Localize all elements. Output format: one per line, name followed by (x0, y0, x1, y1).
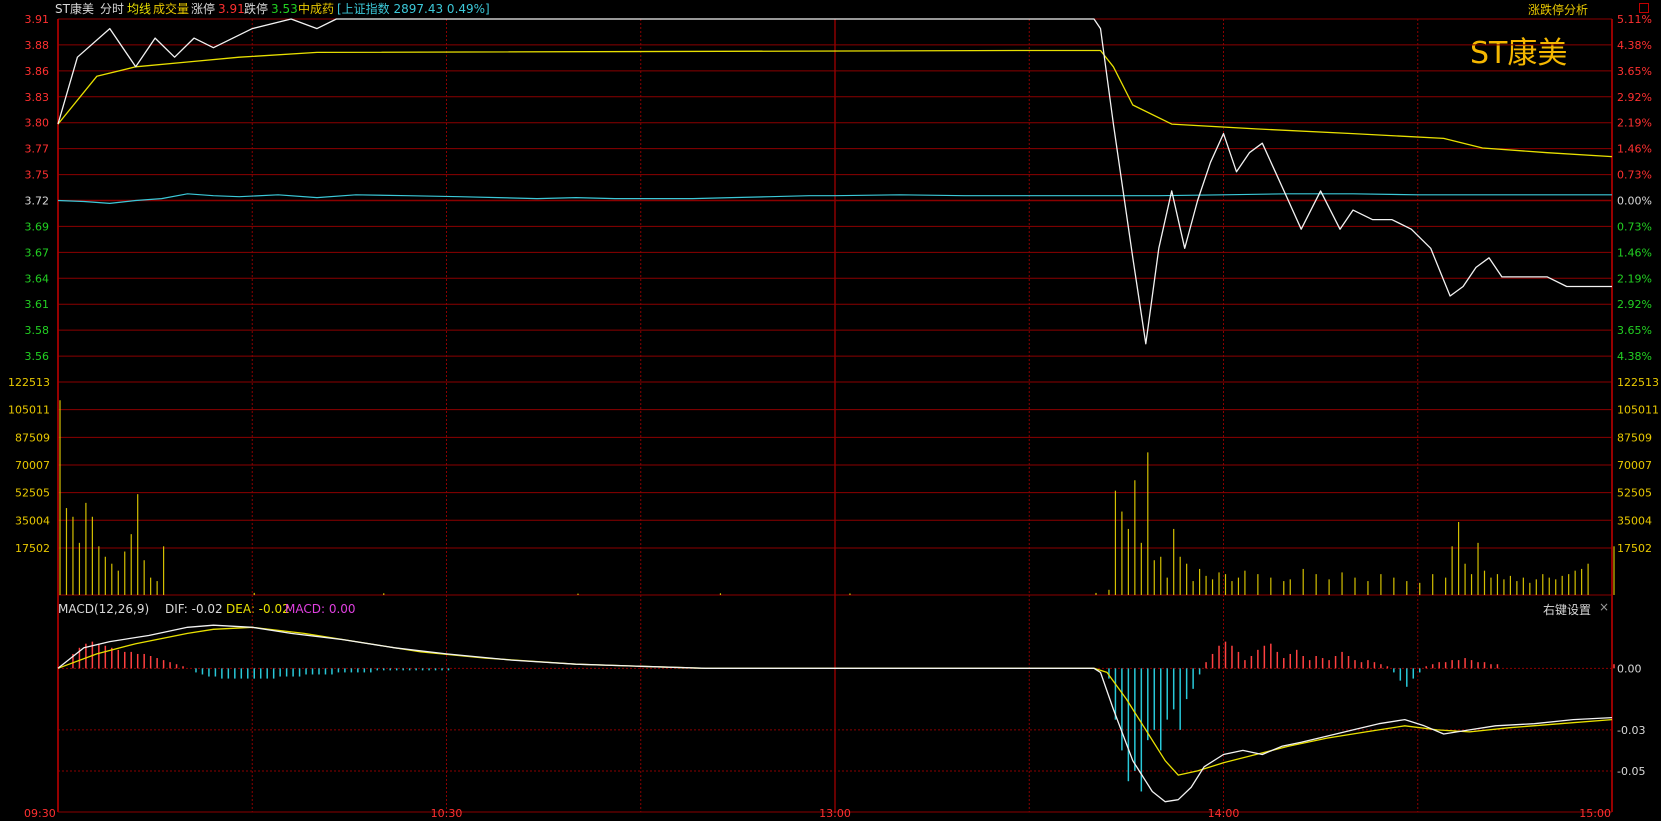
price-tick-label: 3.58 (25, 324, 50, 337)
pct-tick-label: 2.92% (1617, 91, 1652, 104)
price-tick-label: 3.88 (25, 39, 50, 52)
volume-tick-label: 70007 (15, 459, 50, 472)
pct-tick-label: 5.11% (1617, 13, 1652, 26)
volume-tick-label: 17502 (15, 542, 50, 555)
price-tick-label: 3.67 (25, 246, 50, 259)
pct-tick-label: 2.19% (1617, 117, 1652, 130)
macd-tick-label: -0.03 (1617, 724, 1645, 737)
price-tick-label: 3.83 (25, 91, 50, 104)
price-tick-label: 3.86 (25, 65, 50, 78)
pct-tick-label: 1.46% (1617, 143, 1652, 156)
price-tick-label: 3.80 (25, 117, 50, 130)
volume-tick-label-right: 17502 (1617, 542, 1652, 555)
price-tick-label: 3.77 (25, 143, 50, 156)
price-tick-label: 3.61 (25, 298, 50, 311)
price-tick-label: 3.69 (25, 220, 50, 233)
time-tick-label: 15:00 (1579, 807, 1611, 820)
volume-tick-label-right: 35004 (1617, 514, 1652, 527)
pct-tick-label: 0.73% (1617, 169, 1652, 182)
price-tick-label: 3.64 (25, 272, 50, 285)
pct-tick-label: 1.46% (1617, 246, 1652, 259)
volume-tick-label-right: 52505 (1617, 487, 1652, 500)
time-tick-label: 10:30 (431, 807, 463, 820)
time-tick-label: 09:30 (24, 807, 56, 820)
volume-tick-label-right: 70007 (1617, 459, 1652, 472)
macd-tick-label: -0.05 (1617, 765, 1645, 778)
volume-tick-label-right: 87509 (1617, 431, 1652, 444)
volume-tick-label: 35004 (15, 514, 50, 527)
macd-tick-label: 0.00 (1617, 662, 1642, 675)
price-tick-label: 3.56 (25, 350, 50, 363)
price-tick-label: 3.75 (25, 169, 50, 182)
pct-tick-label: 4.38% (1617, 39, 1652, 52)
pct-tick-label: 0.00% (1617, 195, 1652, 208)
volume-tick-label-right: 105011 (1617, 404, 1659, 417)
price-tick-label: 3.72 (25, 195, 50, 208)
intraday-chart[interactable]: 3.91 5.11% 3.88 4.38% 3.86 3.65% 3.83 2.92% 3.80… (0, 0, 1661, 821)
pct-tick-label: 2.19% (1617, 272, 1652, 285)
volume-tick-label: 105011 (8, 404, 50, 417)
time-tick-label: 14:00 (1208, 807, 1240, 820)
volume-tick-label: 87509 (15, 431, 50, 444)
price-tick-label: 3.91 (25, 13, 50, 26)
pct-tick-label: 3.65% (1617, 65, 1652, 78)
pct-tick-label: 3.65% (1617, 324, 1652, 337)
volume-tick-label: 122513 (8, 376, 50, 389)
pct-tick-label: 4.38% (1617, 350, 1652, 363)
volume-tick-label: 52505 (15, 487, 50, 500)
time-tick-label: 13:00 (819, 807, 851, 820)
pct-tick-label: 0.73% (1617, 220, 1652, 233)
pct-tick-label: 2.92% (1617, 298, 1652, 311)
volume-tick-label-right: 122513 (1617, 376, 1659, 389)
